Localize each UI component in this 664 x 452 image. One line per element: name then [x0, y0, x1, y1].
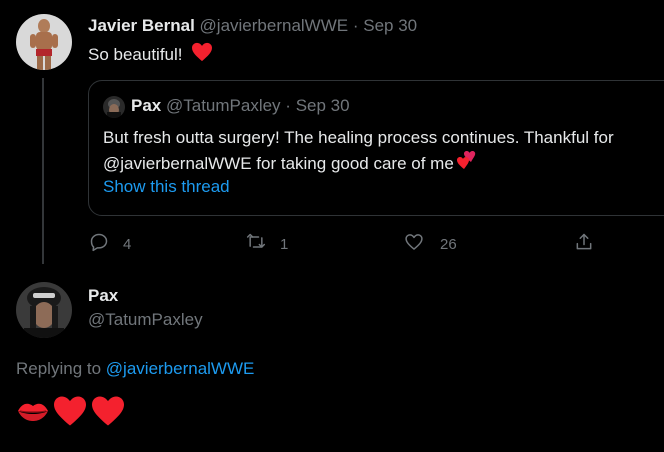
like-button[interactable]: 26	[404, 232, 457, 256]
quoted-author-name: Pax	[131, 96, 162, 115]
quoted-tweet-date: Sep 30	[295, 96, 350, 115]
reply-emoji-text: 💋❤️❤️	[16, 395, 126, 432]
parent-tweet-body: So beautiful!	[88, 42, 213, 67]
replying-to-handle[interactable]: @javierbernalWWE	[106, 359, 255, 378]
heart-icon	[52, 395, 88, 432]
heart-icon	[90, 395, 126, 432]
share-button[interactable]	[574, 232, 594, 256]
quoted-text-line-2: @javierbernalWWE for taking good care of…	[103, 153, 454, 173]
reply-button[interactable]: 4	[89, 232, 131, 256]
retweet-icon	[246, 232, 266, 256]
share-icon	[574, 232, 594, 256]
two-hearts-icon	[456, 150, 480, 177]
avatar-pax-small	[103, 96, 125, 118]
quoted-tweet-header: Pax @TatumPaxley · Sep 30	[131, 96, 350, 116]
reply-author-name[interactable]: Pax	[88, 286, 118, 306]
replying-to-line: Replying to @javierbernalWWE	[16, 359, 254, 379]
like-icon	[404, 232, 424, 256]
like-count: 26	[440, 235, 457, 253]
replying-to-label: Replying to	[16, 359, 102, 378]
avatar-pax[interactable]	[16, 282, 72, 338]
quoted-author-handle: @TatumPaxley	[165, 96, 281, 115]
heart-icon	[191, 42, 213, 67]
show-thread-link[interactable]: Show this thread	[103, 177, 230, 197]
tweet-text: So beautiful!	[88, 44, 183, 64]
kiss-mark-icon	[16, 399, 50, 428]
separator-dot: ·	[285, 96, 291, 115]
quoted-text-line-1: But fresh outta surgery! The healing pro…	[103, 128, 614, 147]
separator-dot: ·	[352, 16, 359, 35]
retweet-button[interactable]: 1	[246, 232, 288, 256]
retweet-count: 1	[280, 235, 289, 253]
parent-tweet-header: Javier Bernal @javierbernalWWE · Sep 30	[88, 16, 417, 36]
thread-connector-line	[42, 78, 44, 264]
tweet-date[interactable]: Sep 30	[363, 16, 417, 35]
author-handle[interactable]: @javierbernalWWE	[200, 16, 349, 35]
reply-author-handle[interactable]: @TatumPaxley	[88, 310, 203, 330]
reply-count: 4	[123, 235, 132, 253]
quoted-tweet-text: But fresh outta surgery! The healing pro…	[103, 126, 614, 177]
reply-icon	[89, 232, 109, 256]
avatar-javier[interactable]	[16, 14, 72, 70]
author-name[interactable]: Javier Bernal	[88, 16, 195, 35]
